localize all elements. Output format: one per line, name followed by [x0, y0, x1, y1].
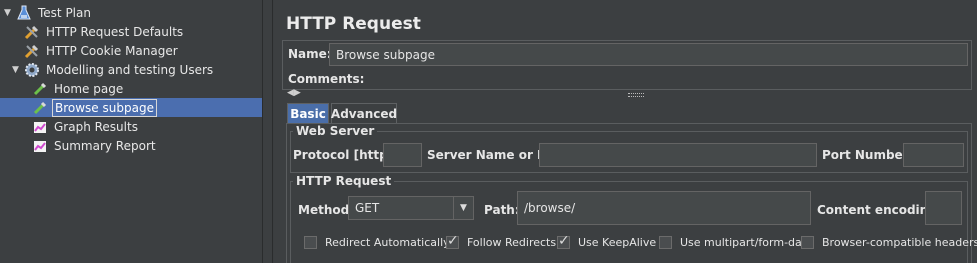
port-number-label: Port Number:	[822, 148, 914, 162]
tree-item-label: Modelling and testing Users	[46, 62, 214, 77]
chevron-down-icon[interactable]: ▼	[453, 197, 473, 219]
tree-item-label: Summary Report	[54, 138, 156, 153]
checkbox-label: Use KeepAlive	[578, 236, 657, 249]
checkbox-box[interactable]	[801, 236, 814, 249]
follow-redirects-checkbox[interactable]: Follow Redirects	[446, 233, 557, 249]
checkbox-box[interactable]	[659, 236, 672, 249]
tree-item-browse-subpage[interactable]: Browse subpage	[32, 98, 157, 117]
flask-icon	[16, 5, 32, 21]
chart-icon	[32, 138, 48, 154]
tree-item-home-page[interactable]: Home page	[32, 79, 125, 98]
tree-item-http-request-defaults[interactable]: HTTP Request Defaults	[24, 22, 185, 41]
method-select[interactable]: GET ▼	[348, 196, 474, 220]
name-label: Name:	[288, 47, 332, 61]
protocol-input[interactable]	[383, 143, 422, 167]
collapse-arrows-icon[interactable]: ◀▶	[287, 88, 301, 98]
page-title: HTTP Request	[286, 14, 421, 34]
gear-icon	[24, 62, 40, 78]
path-label: Path:	[484, 203, 520, 217]
checkbox-label: Redirect Automatically	[325, 236, 450, 249]
tree-item-test-plan[interactable]: ▼ Test Plan	[4, 3, 93, 22]
use-multipart-checkbox[interactable]: Use multipart/form-data	[659, 236, 813, 249]
http-request-group-title: HTTP Request	[293, 174, 395, 188]
tree-expand-toggle[interactable]: ▼	[12, 65, 22, 75]
test-plan-tree[interactable]: ▼ Test Plan HTTP Request Defaults HTTP C…	[0, 0, 263, 263]
checkbox-label: Use multipart/form-data	[680, 236, 813, 249]
checkbox-box[interactable]	[446, 233, 459, 249]
tab-advanced[interactable]: Advanced	[331, 103, 397, 123]
tree-item-modelling-and-testing-users[interactable]: ▼ Modelling and testing Users	[12, 60, 215, 79]
content-encoding-input[interactable]	[925, 191, 962, 225]
path-input[interactable]: /browse/	[517, 191, 811, 225]
browser-compatible-headers-checkbox[interactable]: Browser-compatible headers	[801, 236, 977, 249]
redirect-automatically-checkbox[interactable]: Redirect Automatically	[304, 236, 450, 249]
tab-basic[interactable]: Basic	[287, 103, 329, 123]
tree-expand-toggle[interactable]: ▼	[4, 8, 14, 18]
tree-item-label: Browse subpage	[52, 98, 157, 117]
content-encoding-label: Content encoding:	[817, 203, 942, 217]
pipette-icon	[32, 81, 48, 97]
pipette-icon	[32, 100, 48, 116]
resize-grip-icon[interactable]	[628, 93, 644, 97]
tree-item-label: HTTP Request Defaults	[46, 24, 184, 39]
comments-label: Comments:	[288, 72, 365, 86]
checkbox-box[interactable]	[557, 233, 570, 249]
checkbox-box[interactable]	[304, 236, 317, 249]
server-name-label: Server Name or IP:	[427, 148, 556, 162]
split-pane-divider[interactable]	[263, 0, 273, 263]
method-select-value: GET	[355, 201, 380, 215]
checkbox-label: Browser-compatible headers	[822, 236, 977, 249]
name-input[interactable]: Browse subpage	[329, 43, 968, 66]
server-name-input[interactable]	[539, 143, 817, 167]
checkbox-label: Follow Redirects	[467, 236, 557, 249]
tree-item-graph-results[interactable]: Graph Results	[32, 117, 140, 136]
chart-icon	[32, 119, 48, 135]
tree-item-http-cookie-manager[interactable]: HTTP Cookie Manager	[24, 41, 180, 60]
tree-item-label: HTTP Cookie Manager	[46, 43, 178, 58]
wrench-icon	[24, 24, 40, 40]
tree-item-label: Graph Results	[54, 119, 138, 134]
wrench-icon	[24, 43, 40, 59]
tree-item-label: Test Plan	[38, 5, 91, 20]
use-keepalive-checkbox[interactable]: Use KeepAlive	[557, 233, 657, 249]
port-number-input[interactable]	[903, 143, 964, 167]
web-server-title: Web Server	[293, 124, 378, 138]
method-label: Method:	[298, 203, 354, 217]
tree-item-label: Home page	[54, 81, 124, 96]
tree-item-summary-report[interactable]: Summary Report	[32, 136, 158, 155]
http-request-panel: HTTP Request Name: Browse subpage Commen…	[274, 0, 977, 263]
